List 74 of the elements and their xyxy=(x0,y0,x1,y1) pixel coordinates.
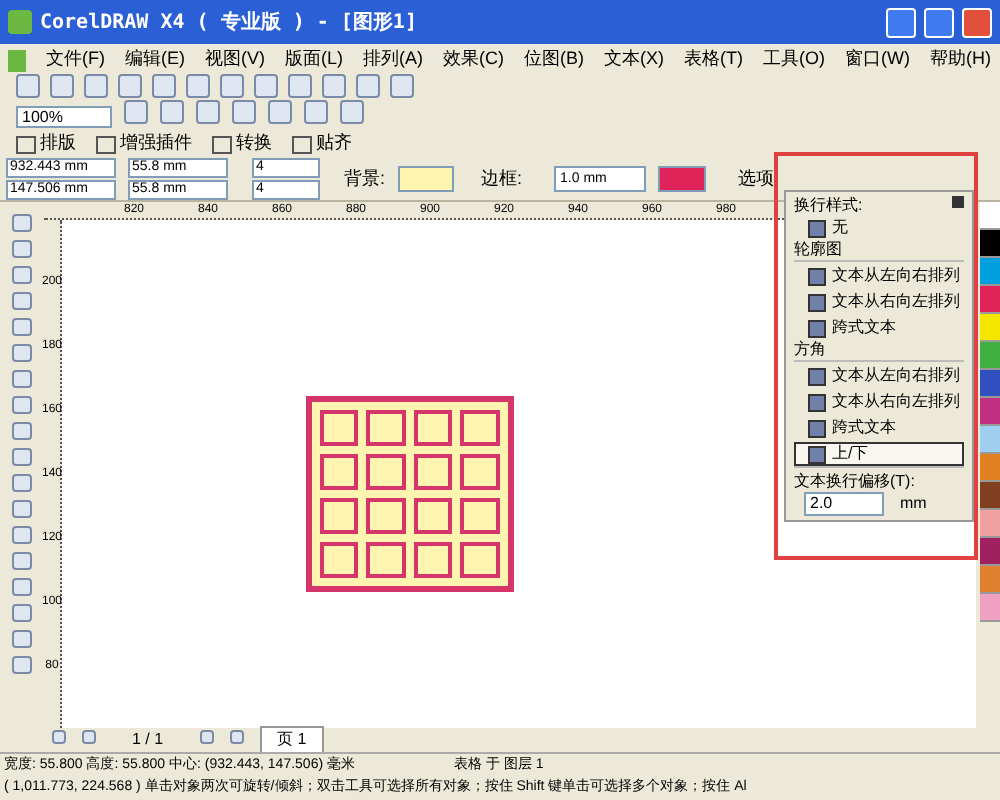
menu-item[interactable]: 版面(L) xyxy=(285,46,343,74)
table-cell xyxy=(366,498,405,534)
table-cell xyxy=(413,454,452,490)
document-icon xyxy=(8,49,26,71)
table-cell xyxy=(460,498,499,534)
table-cell xyxy=(460,454,499,490)
palette-swatch[interactable] xyxy=(980,314,1000,342)
palette-swatch[interactable] xyxy=(980,594,1000,622)
menu-item[interactable]: 效果(C) xyxy=(443,46,504,74)
wrap-option[interactable]: 文本从左向右排列 xyxy=(794,264,964,288)
wrap-option[interactable]: 无 xyxy=(794,216,964,240)
wrap-option[interactable]: 文本从右向左排列 xyxy=(794,390,964,414)
section-heading: 轮廓图 xyxy=(794,240,964,262)
menu-item[interactable]: 窗口(W) xyxy=(845,46,910,74)
toolbar-button[interactable]: 排版 xyxy=(16,130,76,158)
table-cell xyxy=(319,410,358,446)
close-button[interactable] xyxy=(962,7,992,37)
table-cell xyxy=(366,542,405,578)
palette-swatch[interactable] xyxy=(980,482,1000,510)
border-color-picker[interactable] xyxy=(658,166,707,192)
palette-swatch[interactable] xyxy=(980,202,1000,230)
panel-title: 换行样式: xyxy=(794,196,863,216)
table-cell xyxy=(366,410,405,446)
unit-label: mm xyxy=(900,494,927,514)
window-title: CorelDRAW X4 ( 专业版 ) - [图形1] xyxy=(40,9,419,37)
palette-swatch[interactable] xyxy=(980,398,1000,426)
wrap-option[interactable]: 上/下 xyxy=(794,442,964,466)
menu-item[interactable]: 工具(O) xyxy=(763,46,825,74)
palette-swatch[interactable] xyxy=(980,230,1000,258)
wrap-option[interactable]: 文本从左向右排列 xyxy=(794,364,964,388)
page-count: 1 / 1 xyxy=(132,728,164,752)
table-cell xyxy=(319,454,358,490)
palette-swatch[interactable] xyxy=(980,426,1000,454)
menu-item[interactable]: 文件(F) xyxy=(46,46,105,74)
table-cell xyxy=(413,410,452,446)
table-cell xyxy=(413,542,452,578)
palette-swatch[interactable] xyxy=(980,286,1000,314)
maximize-button[interactable] xyxy=(924,7,954,37)
wrap-option[interactable]: 文本从右向左排列 xyxy=(794,290,964,314)
palette-swatch[interactable] xyxy=(980,538,1000,566)
section-heading: 方角 xyxy=(794,340,964,362)
menu-item[interactable]: 表格(T) xyxy=(684,46,743,74)
page-tab[interactable]: 页 1 xyxy=(259,726,325,754)
palette-swatch[interactable] xyxy=(980,258,1000,286)
palette-swatch[interactable] xyxy=(980,454,1000,482)
toolbar-button[interactable]: 贴齐 xyxy=(292,130,352,158)
palette-swatch[interactable] xyxy=(980,342,1000,370)
menu-item[interactable]: 位图(B) xyxy=(524,46,584,74)
wrap-option[interactable]: 跨式文本 xyxy=(794,316,964,340)
table-cell xyxy=(319,542,358,578)
menu-item[interactable]: 视图(V) xyxy=(205,46,265,74)
table-cell xyxy=(413,498,452,534)
table-cell xyxy=(460,542,499,578)
palette-swatch[interactable] xyxy=(980,566,1000,594)
border-label: 边框: xyxy=(481,165,523,192)
options-button[interactable]: 选项 xyxy=(738,165,775,193)
table-cell xyxy=(366,454,405,490)
toolbar-button[interactable]: 转换 xyxy=(212,130,272,158)
offset-field[interactable]: 2.0 xyxy=(804,492,884,516)
menu-item[interactable]: 编辑(E) xyxy=(125,46,185,74)
zoom-field[interactable]: 100% xyxy=(16,106,112,128)
app-icon xyxy=(8,10,32,34)
menu-item[interactable]: 帮助(H) xyxy=(930,46,991,74)
minimize-button[interactable] xyxy=(886,7,916,37)
palette-swatch[interactable] xyxy=(980,510,1000,538)
menu-item[interactable]: 排列(A) xyxy=(363,46,423,74)
palette-swatch[interactable] xyxy=(980,370,1000,398)
wrap-option[interactable]: 跨式文本 xyxy=(794,416,964,440)
table-cell xyxy=(460,410,499,446)
menu-item[interactable]: 文本(X) xyxy=(604,46,664,74)
background-label: 背景: xyxy=(344,165,386,192)
background-color-picker[interactable] xyxy=(397,166,454,192)
toolbar-button[interactable]: 增强插件 xyxy=(96,130,192,158)
table-cell xyxy=(319,498,358,534)
